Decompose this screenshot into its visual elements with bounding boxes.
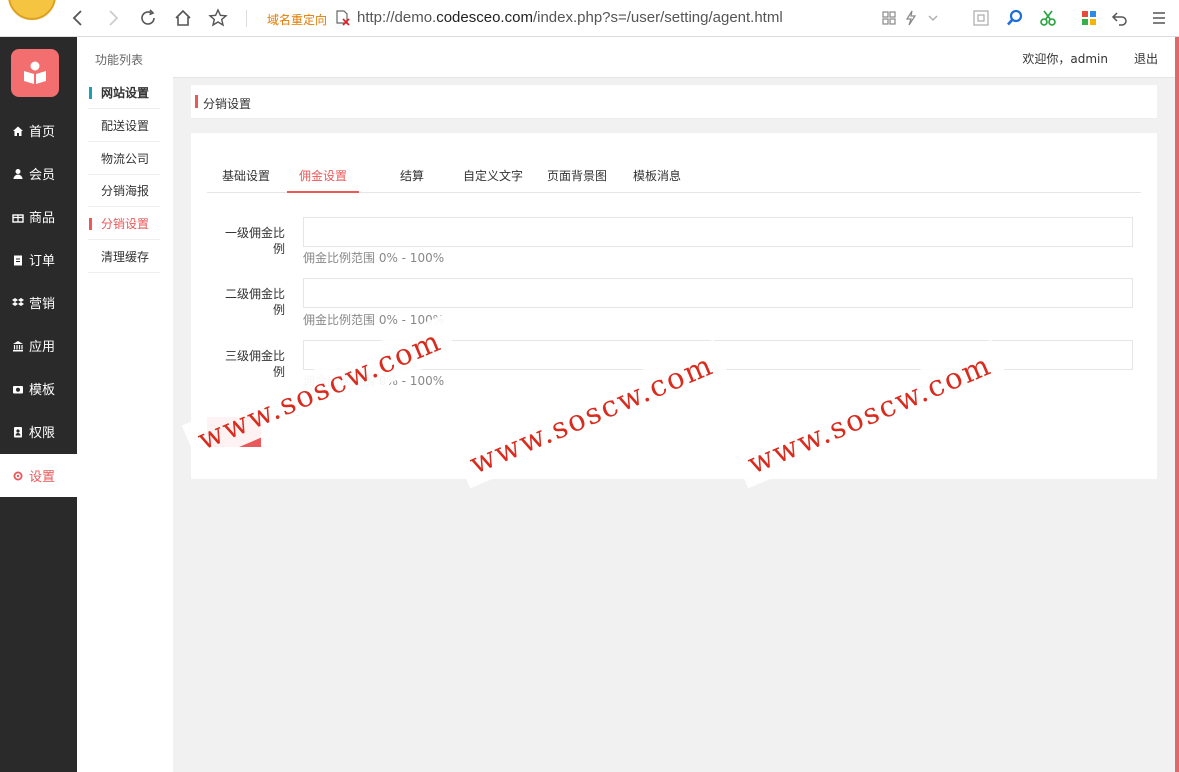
bookmark-star-icon[interactable] xyxy=(206,6,230,30)
label-line: 二级佣金比 xyxy=(224,287,285,301)
sidebar-item-members[interactable]: 会员 xyxy=(0,152,77,195)
welcome-text: 欢迎你，admin xyxy=(1022,52,1108,66)
sub-sidebar-title: 功能列表 xyxy=(95,53,144,67)
sidebar-item-label: 商品 xyxy=(29,211,56,226)
level2-commission-label: 二级佣金比 例 xyxy=(223,286,285,318)
tab-bar: 基础设置 佣金设置 结算 自定义文字 页面背景图 模板消息 xyxy=(207,159,1141,193)
address-bar[interactable]: http://demo.codesceo.com/index.php?s=/us… xyxy=(357,9,783,26)
subnav-item-label: 清理缓存 xyxy=(101,250,150,264)
clipboard-icon xyxy=(12,254,24,266)
reload-icon[interactable] xyxy=(136,6,160,30)
label-line: 三级佣金比 xyxy=(224,349,285,363)
url-prefix: http://demo. xyxy=(357,9,437,26)
sidebar-item-label: 首页 xyxy=(29,125,56,140)
sidebar-item-home[interactable]: 首页 xyxy=(0,109,77,152)
sub-sidebar: 功能列表 网站设置 配送设置 物流公司 分销海报 分销设置 清理缓存 xyxy=(77,37,173,772)
sidebar-item-label: 营销 xyxy=(29,297,56,312)
subnav-item-delivery-settings[interactable]: 配送设置 xyxy=(88,110,160,142)
sidebar-item-marketing[interactable]: 营销 xyxy=(0,281,77,324)
level2-commission-input[interactable] xyxy=(303,278,1133,308)
sidebar-item-settings[interactable]: 设置 xyxy=(0,454,77,497)
sidebar-item-apps[interactable]: 应用 xyxy=(0,324,77,367)
level1-commission-hint: 佣金比例范围 0% - 100% xyxy=(303,251,445,265)
subnav-item-label: 配送设置 xyxy=(101,119,150,133)
bank-icon xyxy=(12,340,24,352)
active-marker xyxy=(89,218,92,230)
apps-grid-icon[interactable] xyxy=(1079,8,1099,28)
subnav-item-label: 网站设置 xyxy=(101,86,150,100)
insecure-page-icon[interactable] xyxy=(335,9,351,27)
subnav-item-clear-cache[interactable]: 清理缓存 xyxy=(88,241,160,273)
subnav-item-label: 分销海报 xyxy=(101,184,150,198)
tab-custom-text[interactable]: 自定义文字 xyxy=(463,159,523,193)
page-title: 分销设置 xyxy=(203,97,252,111)
tab-commission-settings[interactable]: 佣金设置 xyxy=(287,159,359,193)
level3-commission-label: 三级佣金比 例 xyxy=(223,348,285,380)
browser-logo-icon[interactable] xyxy=(8,0,56,20)
logout-link[interactable]: 退出 xyxy=(1134,50,1158,67)
back-icon[interactable] xyxy=(66,6,90,30)
sidebar-item-label: 权限 xyxy=(29,426,56,441)
settings-panel: 基础设置 佣金设置 结算 自定义文字 页面背景图 模板消息 一级佣金比 例 佣金… xyxy=(191,133,1157,479)
lightning-icon[interactable] xyxy=(901,8,921,28)
camera-icon xyxy=(12,383,24,395)
subnav-item-label: 分销设置 xyxy=(101,217,150,231)
window-edge xyxy=(1175,37,1179,772)
search-icon[interactable] xyxy=(1005,8,1025,28)
tab-template-message[interactable]: 模板消息 xyxy=(631,159,683,193)
screenshot-icon[interactable] xyxy=(971,8,991,28)
qr-code-icon[interactable] xyxy=(879,8,899,28)
dropbox-icon xyxy=(12,297,24,309)
url-domain: codesceo.com xyxy=(436,9,533,26)
sidebar-item-label: 设置 xyxy=(29,470,56,485)
home-page-icon[interactable] xyxy=(171,6,195,30)
gear-icon xyxy=(12,470,24,482)
subnav-item-site-settings[interactable]: 网站设置 xyxy=(88,77,160,109)
sidebar-item-goods[interactable]: 商品 xyxy=(0,195,77,238)
label-line: 例 xyxy=(272,303,285,317)
url-path: /index.php?s=/user/setting/agent.html xyxy=(532,9,783,26)
subnav-item-logistics[interactable]: 物流公司 xyxy=(88,143,160,175)
tab-basic-settings[interactable]: 基础设置 xyxy=(221,159,271,193)
top-header: 欢迎你，admin 退出 xyxy=(173,37,1175,78)
sidebar-item-templates[interactable]: 模板 xyxy=(0,367,77,410)
home-icon xyxy=(12,125,24,137)
subnav-item-distribution-settings[interactable]: 分销设置 xyxy=(88,208,160,240)
app-logo-icon[interactable] xyxy=(11,49,59,97)
level1-commission-input[interactable] xyxy=(303,217,1133,247)
sidebar-item-label: 会员 xyxy=(29,168,56,183)
panel-header: 分销设置 xyxy=(191,85,1157,119)
address-divider xyxy=(246,10,247,27)
id-badge-icon xyxy=(12,426,24,438)
label-line: 例 xyxy=(272,365,285,379)
title-marker xyxy=(195,95,198,108)
chevron-down-icon[interactable] xyxy=(923,8,943,28)
sidebar-item-permissions[interactable]: 权限 xyxy=(0,410,77,453)
level1-commission-label: 一级佣金比 例 xyxy=(223,225,285,257)
label-line: 例 xyxy=(272,242,285,256)
undo-icon[interactable] xyxy=(1110,8,1130,28)
menu-icon[interactable] xyxy=(1149,8,1169,28)
group-marker xyxy=(89,87,92,99)
sidebar-item-label: 订单 xyxy=(29,254,56,269)
sidebar-item-orders[interactable]: 订单 xyxy=(0,238,77,281)
forward-icon[interactable] xyxy=(101,6,125,30)
subnav-item-label: 物流公司 xyxy=(101,152,150,166)
scissors-icon[interactable] xyxy=(1038,8,1058,28)
sidebar-item-label: 应用 xyxy=(29,340,56,355)
label-line: 一级佣金比 xyxy=(224,226,285,240)
subnav-item-poster[interactable]: 分销海报 xyxy=(88,175,160,207)
tab-settlement[interactable]: 结算 xyxy=(397,159,427,193)
user-icon xyxy=(12,168,24,180)
tab-page-background[interactable]: 页面背景图 xyxy=(545,159,609,193)
sidebar-item-label: 模板 xyxy=(29,383,56,398)
browser-toolbar: 域名重定向 http://demo.codesceo.com/index.php… xyxy=(0,0,1179,37)
redirect-label[interactable]: 域名重定向 xyxy=(267,11,327,28)
main-sidebar: 首页 会员 商品 订单 营销 应用 模板 权限 设置 xyxy=(0,37,77,772)
gift-icon xyxy=(12,211,24,223)
